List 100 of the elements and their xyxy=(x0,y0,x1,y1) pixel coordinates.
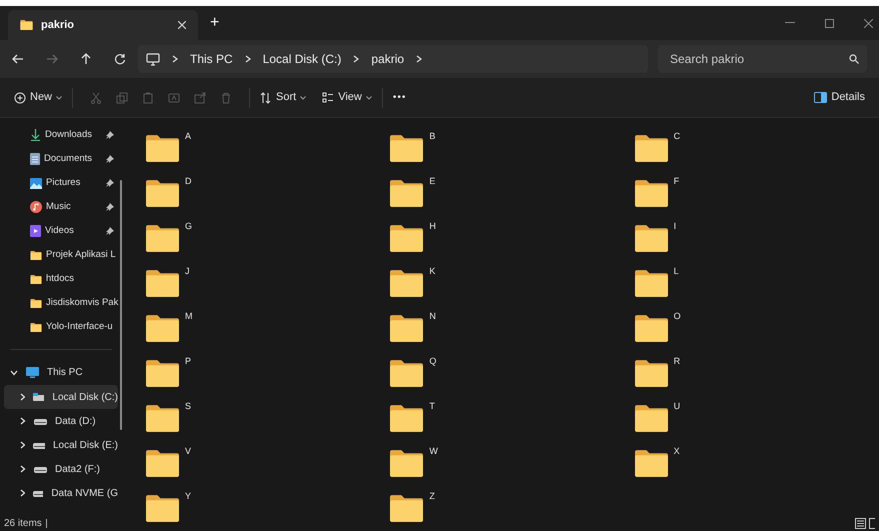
folder-icon xyxy=(390,135,424,162)
chevron-right-icon[interactable] xyxy=(20,465,26,473)
sidebar-item[interactable]: Pictures xyxy=(0,171,122,195)
breadcrumb-item[interactable]: pakrio xyxy=(371,50,404,68)
music-note-icon xyxy=(30,201,42,213)
back-arrow-icon[interactable] xyxy=(12,53,24,65)
new-button[interactable]: New xyxy=(14,89,62,106)
close-icon[interactable] xyxy=(178,21,186,29)
folder-name[interactable]: L xyxy=(674,265,679,278)
folder-name[interactable]: X xyxy=(674,445,680,458)
dropdown-caret-icon xyxy=(300,96,306,100)
folder-name[interactable]: A xyxy=(185,130,192,144)
pin-icon[interactable] xyxy=(106,131,114,139)
tab[interactable]: pakrio xyxy=(8,10,198,40)
monitor-icon xyxy=(26,367,39,378)
pin-icon[interactable] xyxy=(106,155,114,163)
details-button[interactable]: Details xyxy=(814,89,865,106)
close-icon[interactable] xyxy=(864,18,873,28)
folder-name[interactable]: E xyxy=(429,175,436,188)
minimize-icon[interactable] xyxy=(785,22,795,24)
folder-name[interactable]: Z xyxy=(429,490,435,504)
folder-name[interactable]: B xyxy=(429,130,436,144)
plus-circle-icon xyxy=(14,92,26,104)
sidebar-item[interactable]: Jisdiskomvis Pak xyxy=(0,291,122,315)
sidebar-item[interactable]: Local Disk (C:) xyxy=(4,385,118,409)
sidebar-item[interactable]: Documents xyxy=(0,147,122,171)
sidebar-item[interactable]: Downloads xyxy=(0,123,122,147)
folder-name[interactable]: R xyxy=(674,355,680,368)
sort-arrows-icon xyxy=(260,92,272,104)
folder-icon xyxy=(390,405,424,432)
sidebar-item[interactable]: htdocs xyxy=(0,267,122,291)
clipboard-icon[interactable] xyxy=(142,92,154,104)
folder-name[interactable]: O xyxy=(674,310,681,324)
folder-name[interactable]: Q xyxy=(429,355,436,368)
refresh-icon[interactable] xyxy=(114,53,126,65)
folder-name[interactable]: W xyxy=(429,445,438,458)
sidebar-item[interactable]: This PC xyxy=(0,360,122,385)
folder-icon xyxy=(634,270,668,297)
tiles-view-icon[interactable] xyxy=(869,518,875,528)
folder-name[interactable]: U xyxy=(674,400,680,414)
folder-name[interactable]: V xyxy=(185,445,192,458)
folder-name[interactable]: I xyxy=(674,220,676,234)
search-field[interactable]: Search pakrio xyxy=(658,45,867,73)
picture-icon xyxy=(30,178,42,188)
chevron-right-icon xyxy=(353,55,360,63)
sidebar-item[interactable]: Data (D:) xyxy=(4,409,118,433)
folder-name[interactable]: Y xyxy=(185,490,192,504)
folder-name[interactable]: M xyxy=(185,310,192,324)
sidebar-item[interactable]: Yolo-Interface-u xyxy=(0,315,122,339)
new-tab-button[interactable]: + xyxy=(210,11,220,35)
drive-icon xyxy=(33,442,45,448)
sidebar-item[interactable]: Data NVME (G xyxy=(4,481,118,505)
up-arrow-icon[interactable] xyxy=(80,53,92,65)
folder-name[interactable]: H xyxy=(429,220,436,234)
folder-icon xyxy=(634,450,668,477)
more-button[interactable]: ••• xyxy=(392,90,406,105)
video-play-icon xyxy=(30,225,41,237)
sidebar-item[interactable]: Videos xyxy=(0,219,122,243)
folder-name[interactable]: J xyxy=(185,265,190,278)
breadcrumb-item[interactable]: This PC xyxy=(190,50,233,68)
chevron-right-icon xyxy=(172,55,178,63)
breadcrumb-item[interactable]: Local Disk (C:) xyxy=(262,50,342,68)
chevron-right-icon[interactable] xyxy=(20,393,26,401)
forward-arrow-icon[interactable] xyxy=(46,53,58,65)
sidebar-item[interactable]: Local Disk (E:) xyxy=(4,433,118,457)
search-icon xyxy=(849,54,859,64)
folder-icon xyxy=(634,315,668,342)
chevron-right-icon[interactable] xyxy=(20,489,25,497)
folder-icon xyxy=(634,405,668,432)
pin-icon[interactable] xyxy=(106,179,114,187)
folder-icon xyxy=(146,450,179,477)
pin-icon[interactable] xyxy=(106,227,114,235)
folder-name[interactable]: S xyxy=(185,400,192,414)
sort-button[interactable]: Sort xyxy=(260,89,306,106)
folder-name[interactable]: F xyxy=(674,175,680,188)
chevron-right-icon[interactable] xyxy=(20,441,26,449)
folder-icon xyxy=(634,225,668,252)
folder-icon xyxy=(146,135,179,162)
sidebar-item[interactable]: Data2 (F:) xyxy=(4,457,118,481)
folder-name[interactable]: D xyxy=(185,175,192,188)
details-view-icon[interactable] xyxy=(855,518,866,528)
folder-name[interactable]: N xyxy=(429,310,436,324)
drive-icon xyxy=(34,418,47,424)
folder-icon xyxy=(390,180,424,207)
chevron-down-icon[interactable] xyxy=(10,370,18,376)
folder-name[interactable]: C xyxy=(674,130,680,144)
maximize-icon[interactable] xyxy=(825,18,834,28)
folder-name[interactable]: K xyxy=(429,265,436,278)
folder-name[interactable]: G xyxy=(185,220,192,234)
chevron-right-icon[interactable] xyxy=(20,417,26,425)
folder-name[interactable]: T xyxy=(429,400,435,414)
address-bar[interactable]: This PC Local Disk (C:) pakrio xyxy=(138,45,648,73)
folder-name[interactable]: P xyxy=(185,355,192,368)
sidebar-item[interactable]: Projek Aplikasi L xyxy=(0,243,122,267)
view-button[interactable]: View xyxy=(322,89,372,106)
document-icon xyxy=(30,153,40,165)
folder-icon xyxy=(146,405,179,432)
sidebar-item[interactable]: Music xyxy=(0,195,122,219)
download-arrow-icon xyxy=(30,129,41,141)
pin-icon[interactable] xyxy=(106,203,114,211)
